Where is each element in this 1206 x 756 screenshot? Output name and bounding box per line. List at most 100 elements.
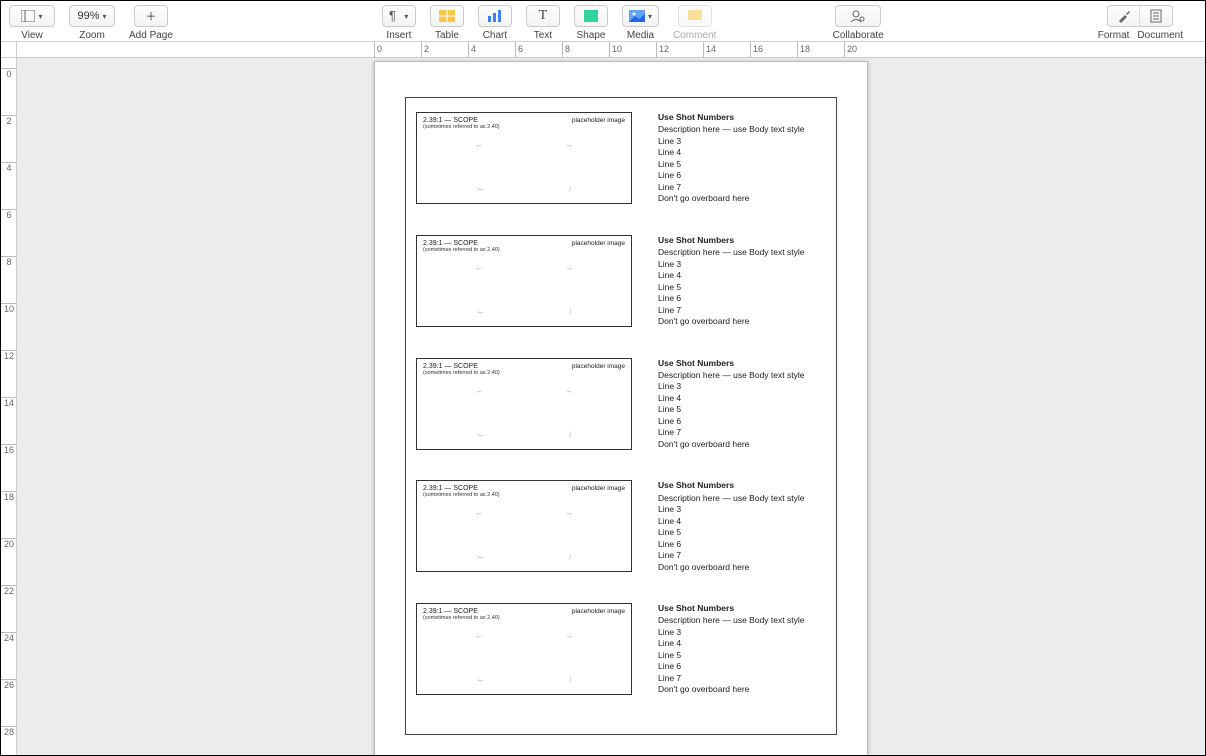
shot-body-line: Line 5	[658, 159, 804, 170]
ruler-tick: 14	[1, 397, 17, 408]
shot-title: Use Shot Numbers	[658, 112, 804, 123]
shot-body-line: Line 7	[658, 182, 804, 193]
placeholder-image-label: placeholder image	[572, 608, 625, 615]
format-button[interactable]	[1108, 6, 1140, 26]
placeholder-frame[interactable]: 2.39:1 — SCOPE(sometimes referred to as …	[416, 603, 632, 695]
shot-description[interactable]: Use Shot NumbersDescription here — use B…	[658, 358, 804, 451]
collaborate-icon	[850, 9, 866, 23]
placeholder-frame[interactable]: 2.39:1 — SCOPE(sometimes referred to as …	[416, 480, 632, 572]
text-label: Text	[534, 30, 552, 41]
shot-title: Use Shot Numbers	[658, 480, 804, 491]
shape-label: Shape	[576, 30, 605, 41]
add-page-button[interactable]: ＋	[134, 5, 168, 27]
comment-button[interactable]	[678, 5, 712, 27]
ruler-tick: 4	[1, 162, 17, 173]
view-label: View	[21, 30, 43, 41]
shot-body-line: Line 3	[658, 627, 804, 638]
aspect-ratio-sub: (sometimes referred to as 2.40)	[423, 370, 625, 376]
ruler-tick: 2	[1, 115, 17, 126]
shot-body-line: Line 5	[658, 527, 804, 538]
ruler-tick: 16	[750, 42, 763, 58]
toolbar: ▾ View 99%▾ Zoom ＋ Add Page ¶ ▾ Insert T…	[1, 1, 1205, 42]
shape-button[interactable]	[574, 5, 608, 27]
ruler-tick: 6	[515, 42, 523, 58]
ruler-tick: 8	[1, 256, 17, 267]
shot-body-line: Line 5	[658, 650, 804, 661]
shape-icon	[584, 10, 598, 22]
collaborate-label: Collaborate	[833, 30, 884, 41]
shot-body-line: Line 6	[658, 293, 804, 304]
crop-mark-icon: ⌐	[477, 387, 482, 396]
placeholder-image-label: placeholder image	[572, 485, 625, 492]
shot-body-line: Don't go overboard here	[658, 193, 804, 204]
shot-body-line: Line 4	[658, 270, 804, 281]
ruler-tick: 26	[1, 679, 17, 690]
shot-body-line: Line 4	[658, 638, 804, 649]
brush-icon	[1117, 9, 1131, 23]
ruler-tick: 10	[609, 42, 622, 58]
shot-title: Use Shot Numbers	[658, 358, 804, 369]
shot-body-line: Don't go overboard here	[658, 316, 804, 327]
ruler-tick: 10	[1, 303, 17, 314]
placeholder-image-label: placeholder image	[572, 117, 625, 124]
chevron-down-icon: ▾	[404, 12, 408, 21]
crop-mark-icon: ¬	[566, 387, 571, 396]
ruler-tick: 20	[844, 42, 857, 58]
canvas[interactable]: 2.39:1 — SCOPE(sometimes referred to as …	[17, 58, 1205, 755]
text-button[interactable]: T	[526, 5, 560, 27]
crop-mark-icon: ⌐	[477, 264, 482, 273]
document-button[interactable]	[1140, 6, 1172, 26]
placeholder-frame[interactable]: 2.39:1 — SCOPE(sometimes referred to as …	[416, 235, 632, 327]
chart-button[interactable]	[478, 5, 512, 27]
crop-mark-icon: ˩	[568, 307, 571, 316]
shot-body-line: Line 4	[658, 516, 804, 527]
chevron-down-icon: ▾	[103, 12, 107, 21]
shot-description[interactable]: Use Shot NumbersDescription here — use B…	[658, 603, 804, 696]
shot-body-line: Line 6	[658, 170, 804, 181]
horizontal-ruler[interactable]: 02468101214161820	[17, 42, 1205, 58]
shot-body-line: Don't go overboard here	[658, 439, 804, 450]
ruler-tick: 12	[656, 42, 669, 58]
placeholder-frame[interactable]: 2.39:1 — SCOPE(sometimes referred to as …	[416, 112, 632, 204]
page[interactable]: 2.39:1 — SCOPE(sometimes referred to as …	[374, 61, 868, 755]
storyboard-row: 2.39:1 — SCOPE(sometimes referred to as …	[416, 480, 826, 573]
ruler-tick: 4	[468, 42, 476, 58]
shot-body-line: Line 3	[658, 504, 804, 515]
shot-description[interactable]: Use Shot NumbersDescription here — use B…	[658, 112, 804, 205]
table-icon	[439, 10, 455, 22]
vertical-ruler[interactable]: 0246810121416182022242628	[1, 58, 17, 755]
shot-body-line: Line 7	[658, 427, 804, 438]
collaborate-button[interactable]	[835, 5, 881, 27]
placeholder-image-label: placeholder image	[572, 363, 625, 370]
crop-mark-icon: ⌐	[477, 141, 482, 150]
table-button[interactable]	[430, 5, 464, 27]
crop-mark-icon: ⌙	[477, 675, 484, 684]
ruler-tick: 28	[1, 726, 17, 737]
insert-button[interactable]: ¶ ▾	[382, 5, 416, 27]
page-content-frame: 2.39:1 — SCOPE(sometimes referred to as …	[405, 97, 837, 735]
shot-body-line: Line 4	[658, 393, 804, 404]
media-button[interactable]: ▾	[622, 5, 659, 27]
ruler-tick: 8	[562, 42, 570, 58]
document-label: Document	[1137, 30, 1183, 41]
comment-label: Comment	[673, 30, 716, 41]
zoom-button[interactable]: 99%▾	[69, 5, 115, 27]
chevron-down-icon: ▾	[38, 12, 42, 21]
crop-mark-icon: ⌙	[477, 430, 484, 439]
crop-mark-icon: ¬	[566, 264, 571, 273]
chart-label: Chart	[483, 30, 507, 41]
storyboard-row: 2.39:1 — SCOPE(sometimes referred to as …	[416, 112, 826, 205]
shot-body-line: Line 6	[658, 416, 804, 427]
shot-body-line: Line 7	[658, 550, 804, 561]
shot-description[interactable]: Use Shot Numbers Description here — use B…	[658, 480, 804, 573]
chart-icon	[487, 10, 503, 22]
placeholder-frame[interactable]: 2.39:1 — SCOPE(sometimes referred to as …	[416, 358, 632, 450]
add-page-label: Add Page	[129, 30, 173, 41]
shot-body-line: Line 5	[658, 404, 804, 415]
svg-text:¶: ¶	[389, 9, 396, 23]
format-label: Format	[1098, 30, 1130, 41]
shot-description[interactable]: Use Shot NumbersDescription here — use B…	[658, 235, 804, 328]
shot-body-line: Description here — use Body text style	[658, 493, 804, 504]
shot-body-line: Line 3	[658, 259, 804, 270]
view-button[interactable]: ▾	[9, 5, 55, 27]
